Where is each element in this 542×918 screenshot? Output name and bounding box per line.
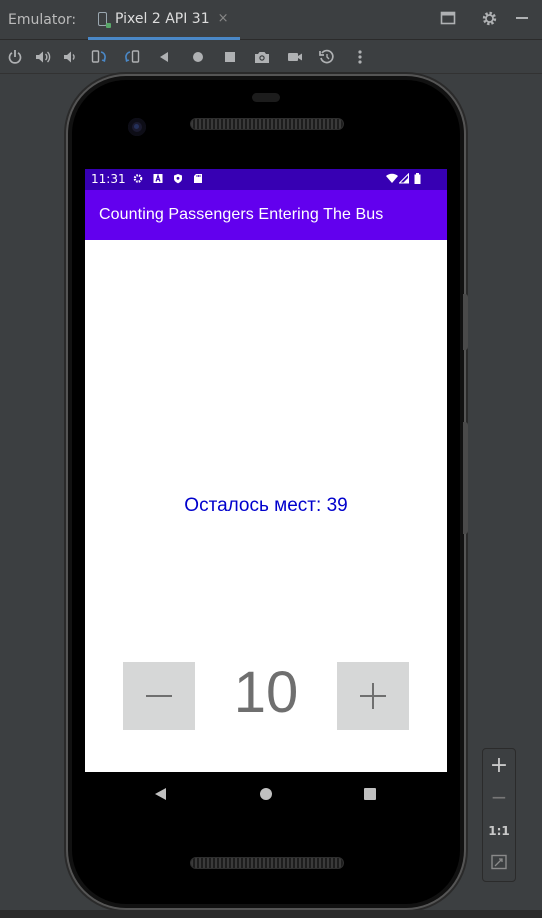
zoom-out-button[interactable]: − <box>483 785 515 809</box>
minimize-icon[interactable] <box>513 10 531 28</box>
shield-icon <box>174 174 182 184</box>
zoom-in-button[interactable]: + <box>483 753 515 778</box>
camera-icon[interactable] <box>253 48 271 66</box>
plus-icon <box>360 683 386 709</box>
snapshot-icon[interactable] <box>318 48 336 66</box>
back-icon[interactable] <box>154 787 168 801</box>
tab-label: Pixel 2 API 31 <box>115 10 210 27</box>
proximity-sensor <box>252 93 280 102</box>
tab-close-button[interactable]: × <box>218 11 229 26</box>
wifi-icon <box>386 173 398 183</box>
top-speaker <box>190 118 344 130</box>
minus-icon <box>146 695 172 697</box>
volume-side-button[interactable] <box>463 422 468 534</box>
emulator-toolbar <box>0 41 542 74</box>
status-bar: 11:31 <box>85 169 447 190</box>
gear-icon[interactable] <box>480 10 498 28</box>
home-icon[interactable] <box>259 787 273 801</box>
decrement-button[interactable] <box>123 662 195 730</box>
rotate-left-icon[interactable] <box>90 48 108 66</box>
status-time: 11:31 <box>91 172 126 186</box>
volume-down-icon[interactable] <box>61 48 79 66</box>
power-side-button[interactable] <box>463 294 468 350</box>
fit-screen-icon[interactable] <box>491 854 507 870</box>
sd-card-icon <box>194 174 202 183</box>
rotate-right-icon[interactable] <box>123 48 141 66</box>
more-icon[interactable] <box>351 48 369 66</box>
passenger-count: 10 <box>233 660 299 725</box>
power-icon[interactable] <box>6 48 24 66</box>
back-icon[interactable] <box>156 48 174 66</box>
emulator-header: Emulator: Pixel 2 API 31 × <box>0 0 542 40</box>
overview-icon[interactable] <box>221 48 239 66</box>
device-screen[interactable]: 11:31 Counting Passengers Entering The B… <box>85 169 447 772</box>
battery-icon <box>414 173 421 184</box>
video-record-icon[interactable] <box>286 48 304 66</box>
app-bar: Counting Passengers Entering The Bus <box>85 190 447 240</box>
device: 11:31 Counting Passengers Entering The B… <box>72 80 460 904</box>
app-title: Counting Passengers Entering The Bus <box>99 206 384 223</box>
window-layout-icon[interactable] <box>439 10 457 28</box>
ide-bottom-strip <box>0 910 542 918</box>
actual-size-button[interactable]: 1:1 <box>483 824 515 838</box>
signal-icon <box>399 173 409 184</box>
bottom-speaker <box>190 857 344 869</box>
seats-remaining-text: Осталось мест: 39 <box>184 495 348 516</box>
home-icon[interactable] <box>189 48 207 66</box>
recents-icon[interactable] <box>363 787 377 801</box>
system-nav-bar <box>85 772 447 818</box>
front-camera <box>128 118 146 136</box>
settings-icon <box>133 174 143 183</box>
zoom-panel: + − 1:1 <box>482 748 516 882</box>
volume-up-icon[interactable] <box>34 48 52 66</box>
font-icon <box>153 173 163 183</box>
device-icon <box>98 11 111 28</box>
emulator-label: Emulator: <box>8 12 77 28</box>
increment-button[interactable] <box>337 662 409 730</box>
tab-pixel-2-api-31[interactable]: Pixel 2 API 31 × <box>88 0 240 40</box>
